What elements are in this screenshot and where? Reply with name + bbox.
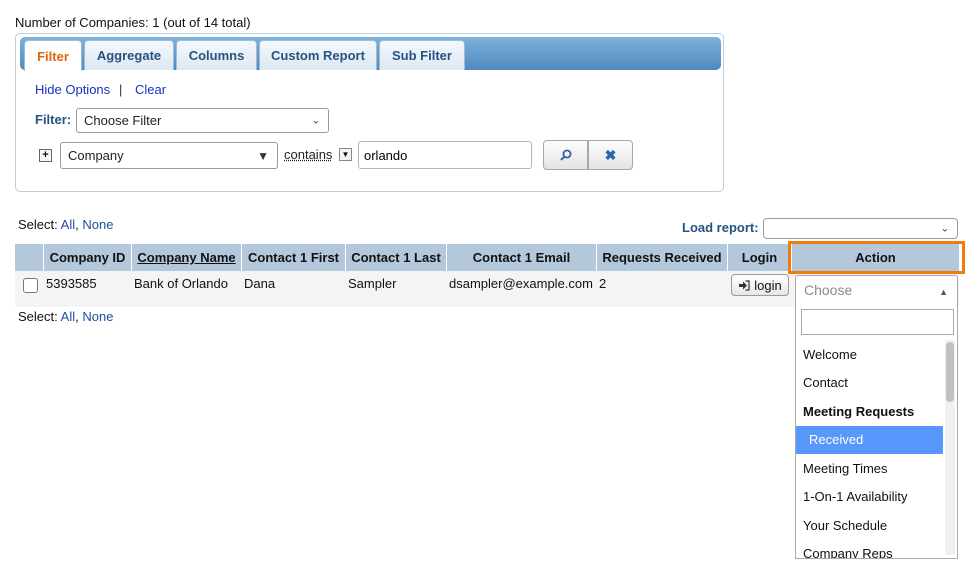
field-select[interactable]: Company ▼ [60, 142, 278, 169]
select-all-link[interactable]: All [61, 217, 75, 232]
dropdown-scrollbar[interactable] [945, 340, 955, 555]
table-header-row: Company ID Company Name Contact 1 First … [15, 244, 959, 271]
header-checkbox-cell [15, 244, 44, 271]
tab-custom-report[interactable]: Custom Report [259, 40, 377, 70]
caret-down-icon: ▼ [257, 148, 269, 163]
tab-sub-filter[interactable]: Sub Filter [379, 40, 465, 70]
cell-requests-received: 2 [599, 276, 607, 291]
clear-link[interactable]: Clear [135, 82, 166, 97]
dropdown-group-meeting-requests: Meeting Requests [803, 403, 915, 419]
operator-caret-icon[interactable]: ▼ [339, 148, 352, 161]
action-select[interactable]: Choose ▲ [795, 275, 958, 305]
login-button[interactable]: login [731, 274, 789, 296]
dropdown-option-contact[interactable]: Contact [796, 369, 943, 398]
clear-filter-button[interactable]: ✖ [588, 140, 633, 170]
tab-columns[interactable]: Columns [176, 40, 257, 70]
header-action: Action [855, 250, 896, 265]
sign-in-icon [739, 279, 750, 291]
load-report-select[interactable]: ⌄ [763, 218, 958, 239]
dropdown-option-welcome[interactable]: Welcome [796, 340, 943, 369]
tab-strip: Filter Aggregate Columns Custom Report S… [20, 37, 721, 71]
load-report-label: Load report: [682, 220, 759, 235]
select-links-top: Select: All, None [18, 217, 114, 232]
operator-select[interactable]: contains [284, 147, 332, 162]
cell-contact-last: Sampler [348, 276, 397, 291]
dropdown-search-input[interactable] [801, 309, 954, 335]
select-prefix: Select: [18, 217, 58, 232]
chevron-down-icon: ⌄ [940, 223, 949, 234]
select-none-link[interactable]: None [82, 217, 113, 232]
hide-options-link[interactable]: Hide Options [35, 82, 110, 97]
dropdown-scrollbar-thumb[interactable] [946, 342, 954, 402]
caret-up-icon: ▲ [939, 287, 948, 297]
x-icon: ✖ [604, 146, 617, 163]
header-login: Login [728, 244, 792, 271]
select-links-bottom: Select: All, None [18, 309, 114, 324]
dropdown-option-your-schedule[interactable]: Your Schedule [796, 511, 943, 540]
cell-company-id: 5393585 [46, 276, 97, 291]
filter-panel: Filter Aggregate Columns Custom Report S… [15, 33, 724, 192]
cell-contact-first: Dana [244, 276, 276, 291]
select-none-link[interactable]: None [82, 309, 113, 324]
dropdown-option-company-reps[interactable]: Company Reps [796, 540, 943, 558]
link-separator: | [119, 82, 123, 97]
header-contact-first[interactable]: Contact 1 First [242, 244, 346, 271]
action-select-placeholder: Choose [804, 282, 853, 298]
filter-label: Filter: [35, 112, 72, 127]
select-prefix: Select: [18, 309, 58, 324]
cell-company-name: Bank of Orlando [134, 276, 228, 291]
dropdown-option-received[interactable]: Received [796, 425, 943, 454]
dropdown-list: Welcome Contact Meeting Requests Receive… [796, 340, 943, 558]
header-company-id[interactable]: Company ID [44, 244, 132, 271]
choose-filter-value: Choose Filter [84, 113, 162, 128]
tab-aggregate[interactable]: Aggregate [84, 40, 174, 70]
magnifier-icon [559, 149, 571, 161]
header-contact-email[interactable]: Contact 1 Email [447, 244, 597, 271]
dropdown-option-availability[interactable]: 1-On-1 Availability [796, 483, 943, 512]
choose-filter-select[interactable]: Choose Filter ⌄ [76, 108, 329, 133]
field-select-value: Company [68, 148, 124, 163]
company-count: Number of Companies: 1 (out of 14 total) [15, 15, 251, 30]
tab-filter[interactable]: Filter [24, 40, 82, 71]
header-company-name[interactable]: Company Name [132, 244, 242, 271]
action-dropdown: Welcome Contact Meeting Requests Receive… [795, 304, 958, 559]
search-button[interactable] [543, 140, 588, 170]
cell-contact-email: dsampler@example.com [449, 276, 593, 291]
chevron-down-icon: ⌄ [311, 115, 320, 126]
filter-value-input[interactable] [358, 141, 532, 169]
header-contact-last[interactable]: Contact 1 Last [346, 244, 447, 271]
select-all-link[interactable]: All [61, 309, 75, 324]
dropdown-option-meeting-times[interactable]: Meeting Times [796, 454, 943, 483]
login-label: login [754, 277, 782, 293]
header-requests-received[interactable]: Requests Received [597, 244, 728, 271]
plus-icon[interactable]: + [39, 149, 52, 162]
row-checkbox[interactable] [23, 278, 38, 293]
